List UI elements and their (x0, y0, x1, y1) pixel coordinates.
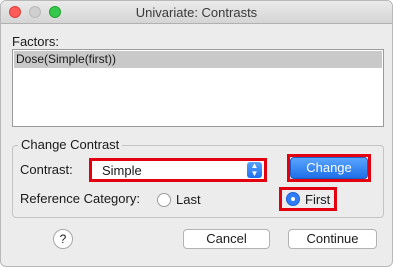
up-down-chevron-icon: ▲ ▼ (247, 162, 262, 178)
contrast-select[interactable]: Simple ▲ ▼ (89, 158, 267, 182)
last-radio[interactable] (157, 193, 171, 207)
continue-button[interactable]: Continue (288, 229, 377, 249)
first-radio-label[interactable]: First (305, 192, 330, 207)
help-button[interactable]: ? (53, 229, 73, 249)
first-radio[interactable] (286, 192, 300, 206)
factor-item-dose[interactable]: Dose(Simple(first)) (14, 51, 382, 68)
contrast-label: Contrast: (20, 162, 73, 177)
last-radio-label[interactable]: Last (176, 192, 201, 207)
window-title: Univariate: Contrasts (135, 5, 258, 20)
title-bar: Univariate: Contrasts (1, 1, 392, 24)
factors-list[interactable]: Dose(Simple(first)) (12, 49, 384, 127)
factors-label: Factors: (12, 34, 59, 49)
cancel-button[interactable]: Cancel (183, 229, 270, 249)
reference-category-label: Reference Category: (20, 191, 140, 206)
change-contrast-group-label: Change Contrast (18, 137, 123, 152)
contrasts-dialog: Univariate: Contrasts Factors: Dose(Simp… (0, 0, 393, 267)
question-icon: ? (59, 232, 67, 246)
change-button[interactable]: Change (290, 157, 368, 179)
contrast-select-value: Simple (102, 163, 142, 178)
